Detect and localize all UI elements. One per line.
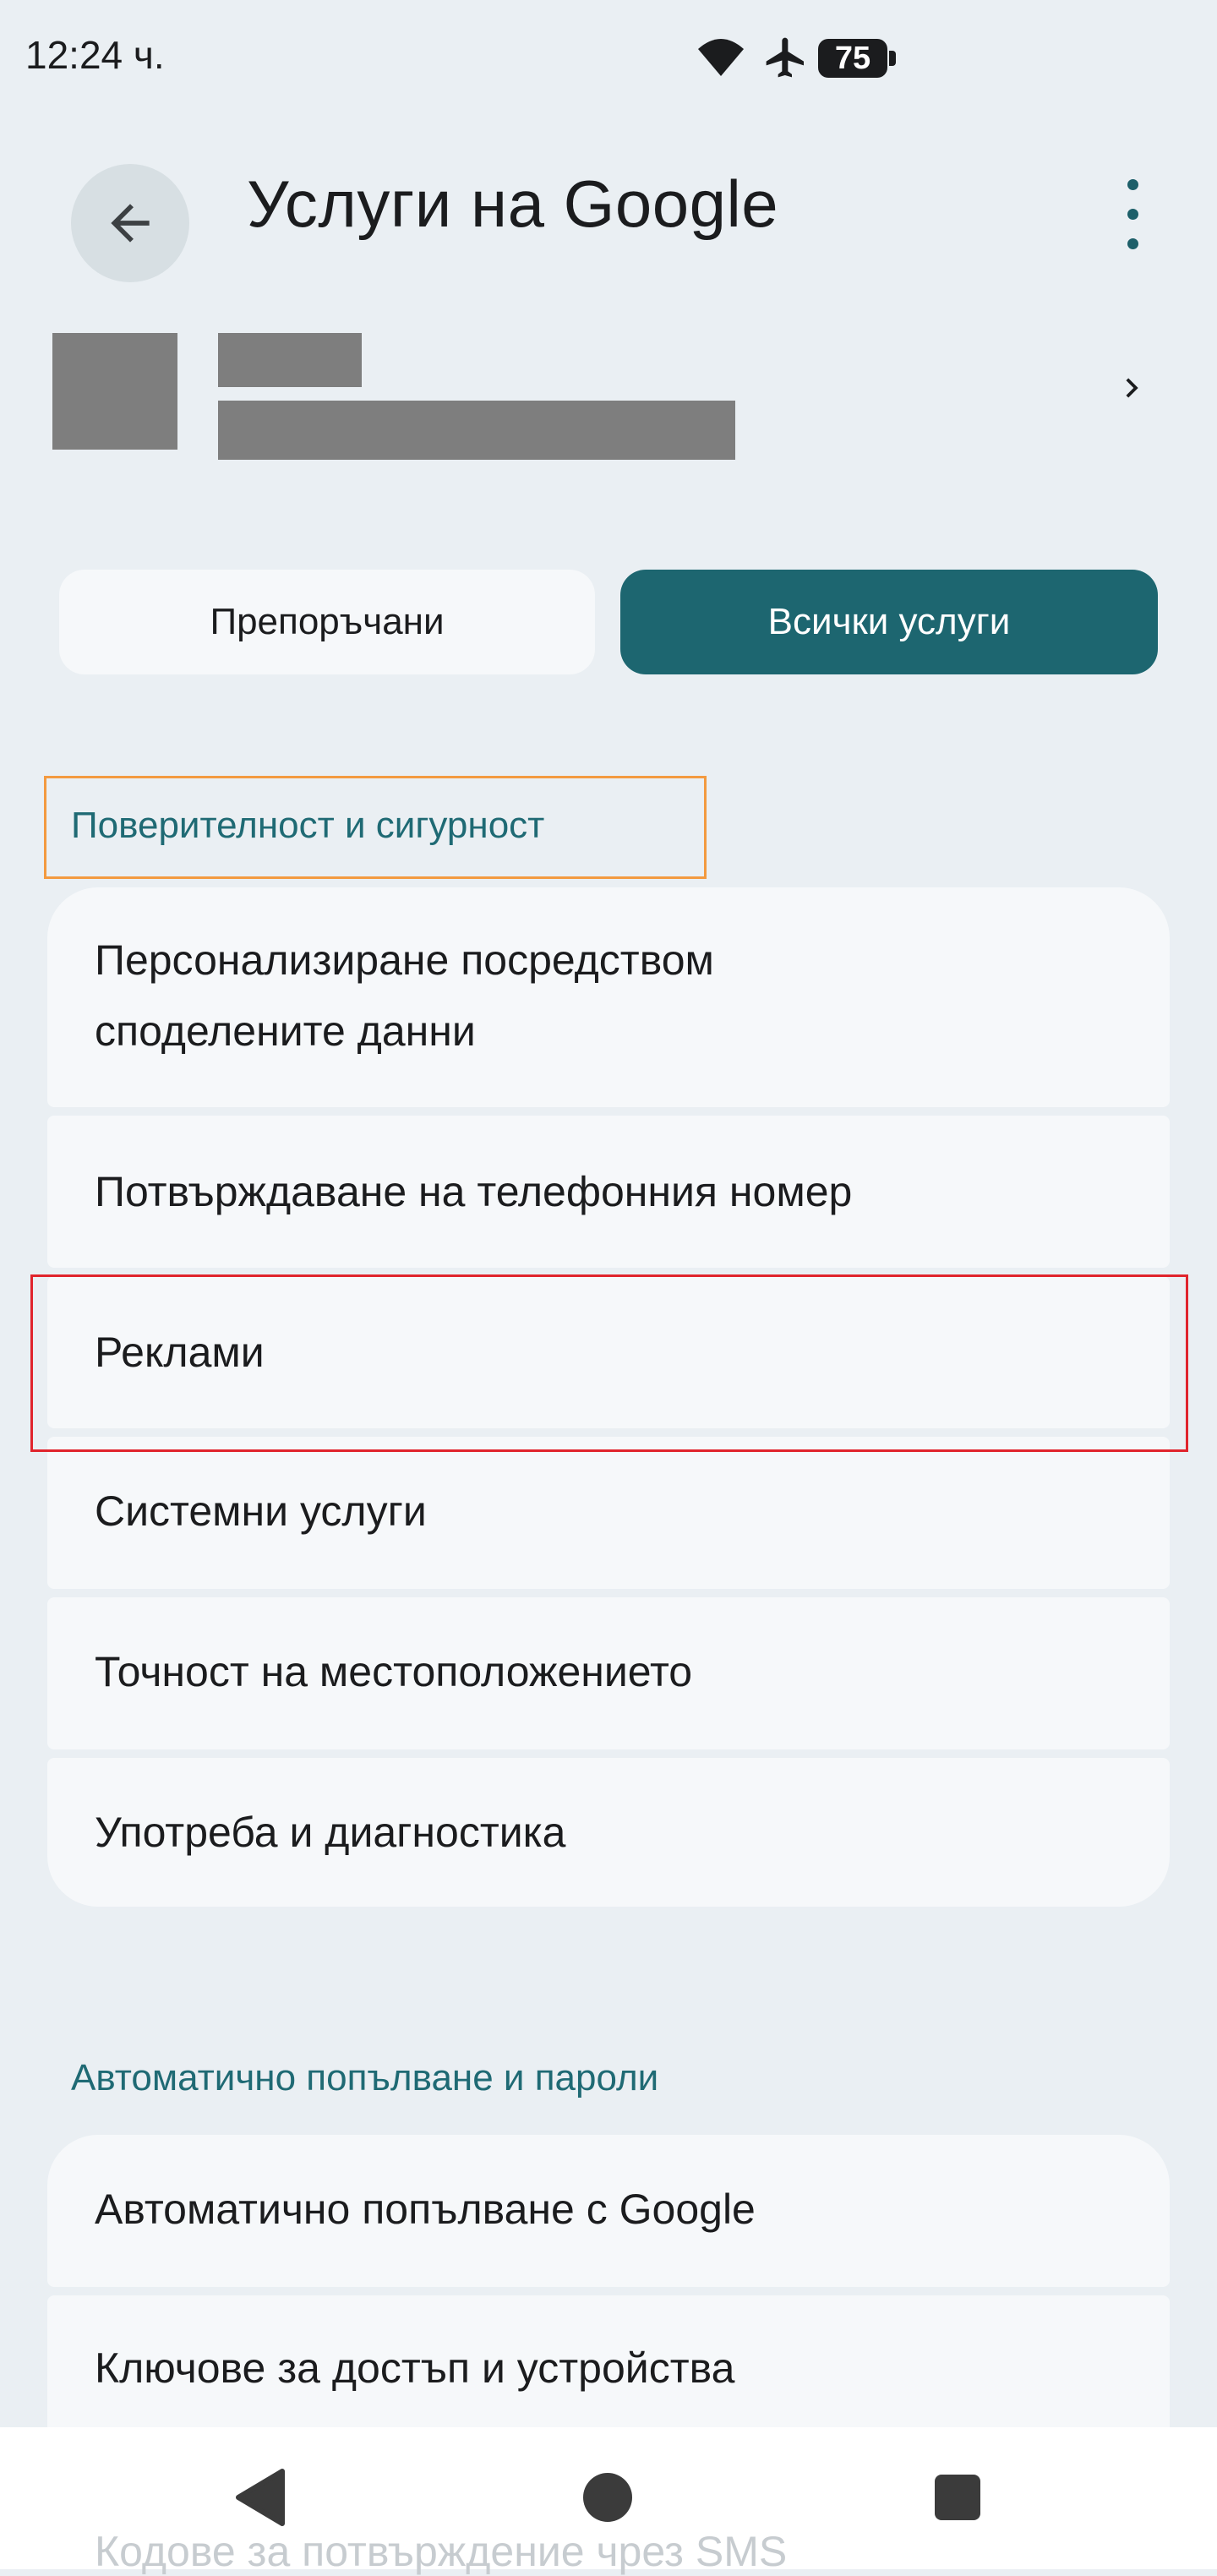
chevron-right-icon <box>1126 378 1138 398</box>
battery-level: 75 <box>834 41 871 76</box>
tab-all-services[interactable]: Всички услуги <box>620 570 1158 674</box>
highlight-box-red <box>30 1274 1188 1452</box>
list-item-phone-verification[interactable]: Потвърждаване на телефонния номер <box>47 1116 1170 1268</box>
avatar <box>52 333 177 450</box>
wifi-icon <box>698 39 744 76</box>
list-item-label: Употреба и диагностика <box>95 1809 566 1856</box>
section-heading-privacy: Поверителност и сигурност <box>71 805 545 846</box>
back-button[interactable] <box>71 164 189 282</box>
list-item-sms-codes: Кодове за потвърждение чрез SMS <box>95 2528 788 2575</box>
list-item-label: Автоматично попълване с Google <box>95 2186 756 2233</box>
list-item-label: Ключове за достъп и устройства <box>95 2344 735 2392</box>
more-vert-icon[interactable] <box>1099 172 1166 257</box>
list-item-autofill-google[interactable]: Автоматично попълване с Google <box>47 2135 1170 2287</box>
tabs: Препоръчани Всички услуги <box>59 570 1158 676</box>
list-item-label: Системни услуги <box>95 1487 427 1535</box>
nav-recents-icon[interactable] <box>935 2475 980 2520</box>
list-item-label: Точност на местоположението <box>95 1648 693 1695</box>
nav-home-icon[interactable] <box>583 2473 632 2522</box>
status-icons: 75 <box>0 34 1217 85</box>
list-item-passkeys[interactable]: Ключове за достъп и устройства <box>47 2295 1170 2448</box>
app-bar: Услуги на Google <box>0 135 1217 282</box>
airplane-icon <box>766 37 804 78</box>
list-item-personalization[interactable]: Персонализиране посредством споделените … <box>47 887 1170 1107</box>
arrow-left-icon <box>111 204 150 243</box>
status-bar: 12:24 ч. 75 <box>0 0 1217 118</box>
battery-tip <box>889 51 896 66</box>
section-heading-autofill: Автоматично попълване и пароли <box>71 2057 659 2098</box>
list-item-usage-diagnostics[interactable]: Употреба и диагностика <box>47 1758 1170 1907</box>
account-row[interactable] <box>0 321 1217 473</box>
list-item-label: споделените данни <box>95 1007 476 1055</box>
battery-icon: 75 <box>818 39 887 78</box>
nav-back-icon[interactable] <box>235 2468 286 2527</box>
list-item-label: Персонализиране посредством <box>95 936 714 984</box>
page-title: Услуги на Google <box>247 166 779 241</box>
list-item-system-services[interactable]: Системни услуги <box>47 1437 1170 1589</box>
account-email-redacted <box>218 401 735 460</box>
tab-recommended[interactable]: Препоръчани <box>59 570 595 674</box>
list-item-location-accuracy[interactable]: Точност на местоположението <box>47 1597 1170 1749</box>
account-name-redacted <box>218 333 362 387</box>
list-item-label: Потвърждаване на телефонния номер <box>95 1168 853 1215</box>
